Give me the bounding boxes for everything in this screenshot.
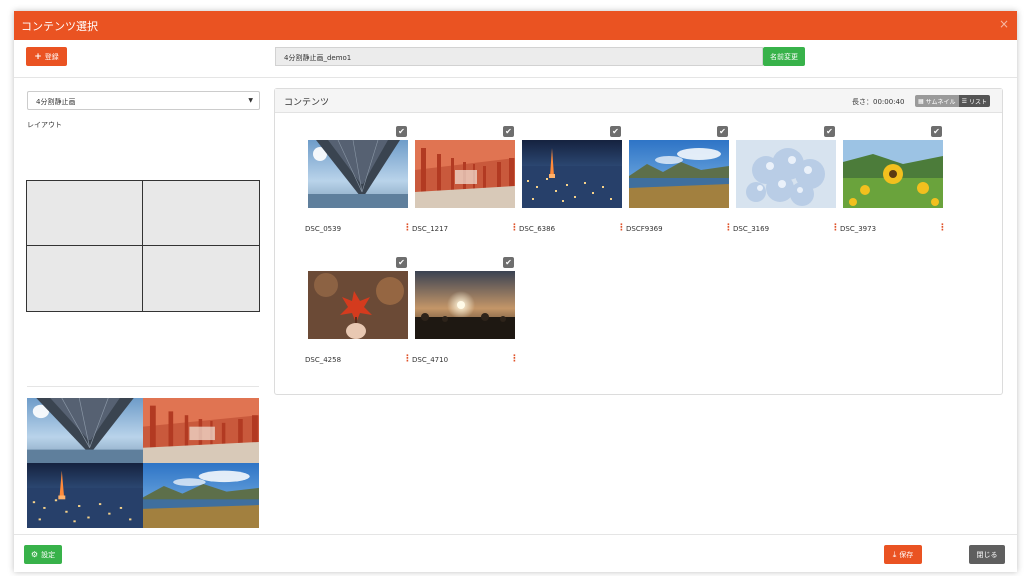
contents-title: コンテンツ <box>284 98 330 108</box>
name-input[interactable]: 4分割静止画_demo1 <box>275 47 763 66</box>
content-item-name: DSC_4258 <box>305 356 342 364</box>
thumbnail-view-button[interactable]: ▦ サムネイル <box>915 95 959 107</box>
content-item-name: DSC_3973 <box>840 225 877 233</box>
preview-quadrant-3 <box>27 463 143 528</box>
content-item: ✔ DSC_6386 ⋮ <box>519 126 629 236</box>
content-item-name: DSC_4710 <box>412 356 449 364</box>
register-button[interactable]: + 登録 <box>26 47 67 66</box>
sunflower-photo[interactable] <box>843 140 943 208</box>
thumbnail-view-label: サムネイル <box>925 98 956 106</box>
content-item-name: DSCF9369 <box>626 225 663 233</box>
more-vertical-icon[interactable]: ⋮ <box>938 223 947 233</box>
save-button-label: 保存 <box>899 550 914 559</box>
more-vertical-icon[interactable]: ⋮ <box>831 223 840 233</box>
dialog-title: コンテンツ選択 <box>21 20 98 33</box>
grid-icon: ▦ <box>918 97 924 105</box>
checkbox-checked-icon[interactable]: ✔ <box>824 126 835 137</box>
close-icon[interactable]: × <box>999 17 1009 31</box>
content-item: ✔ DSC_3973 ⋮ <box>840 126 950 236</box>
content-item: ✔ DSC_1217 ⋮ <box>412 126 522 236</box>
view-toggle: ▦ サムネイル ☰ リスト <box>915 95 990 107</box>
content-item: ✔ DSC_3169 ⋮ <box>733 126 843 236</box>
list-view-button[interactable]: ☰ リスト <box>958 95 990 107</box>
app-root: コンテンツ選択 × + 登録 4分割静止画_demo1 名前変更 4分割静止画 … <box>0 0 1024 576</box>
content-select-dialog: コンテンツ選択 × + 登録 4分割静止画_demo1 名前変更 4分割静止画 … <box>14 11 1017 572</box>
layout-select[interactable]: 4分割静止画 ▼ <box>27 91 260 110</box>
preview-quadrant-1 <box>27 398 143 463</box>
checkbox-checked-icon[interactable]: ✔ <box>503 257 514 268</box>
length-readout: 長さ：00:00:40 <box>852 98 905 106</box>
content-item-name: DSC_0539 <box>305 225 342 233</box>
layout-select-value: 4分割静止画 <box>36 98 76 106</box>
plus-icon: + <box>34 51 42 62</box>
checkbox-checked-icon[interactable]: ✔ <box>610 126 621 137</box>
gear-icon: ⚙ <box>30 550 39 559</box>
layout-content-preview <box>27 398 259 528</box>
contents-panel: コンテンツ 長さ：00:00:40 ▦ サムネイル ☰ リスト ✔ DSC_05… <box>274 88 1003 395</box>
footer-divider <box>14 534 1017 535</box>
layout-label: レイアウト <box>27 121 62 129</box>
dialog-header: コンテンツ選択 × <box>14 11 1017 40</box>
preview-quadrant-2 <box>143 398 259 463</box>
list-icon: ☰ <box>961 97 967 105</box>
rename-button-label: 名前変更 <box>770 52 798 61</box>
close-button-label: 閉じる <box>976 550 998 559</box>
more-vertical-icon[interactable]: ⋮ <box>403 223 412 233</box>
more-vertical-icon[interactable]: ⋮ <box>510 354 519 364</box>
hydrangea-photo[interactable] <box>736 140 836 208</box>
content-item: ✔ DSC_4710 ⋮ <box>412 257 522 367</box>
save-button[interactable]: ⤓ 保存 <box>884 545 922 564</box>
content-item-name: DSC_6386 <box>519 225 556 233</box>
rename-button[interactable]: 名前変更 <box>763 47 805 66</box>
more-vertical-icon[interactable]: ⋮ <box>617 223 626 233</box>
caret-down-icon: ▼ <box>248 97 253 104</box>
close-button[interactable]: 閉じる <box>969 545 1005 564</box>
more-vertical-icon[interactable]: ⋮ <box>403 354 412 364</box>
settings-button[interactable]: ⚙ 設定 <box>24 545 62 564</box>
checkbox-checked-icon[interactable]: ✔ <box>503 126 514 137</box>
preview-quadrant-4 <box>143 463 259 528</box>
toolbar-divider <box>14 77 1017 78</box>
bridge-underside-photo[interactable] <box>308 140 408 208</box>
list-view-label: リスト <box>968 98 987 106</box>
checkbox-checked-icon[interactable]: ✔ <box>396 126 407 137</box>
layout-grid-preview <box>26 180 260 312</box>
content-item-name: DSC_1217 <box>412 225 449 233</box>
more-vertical-icon[interactable]: ⋮ <box>724 223 733 233</box>
name-input-value: 4分割静止画_demo1 <box>284 54 352 62</box>
preview-divider <box>27 386 259 387</box>
red-corridor-photo[interactable] <box>415 140 515 208</box>
checkbox-checked-icon[interactable]: ✔ <box>717 126 728 137</box>
content-item: ✔ DSCF9369 ⋮ <box>626 126 736 236</box>
night-city-photo[interactable] <box>522 140 622 208</box>
register-button-label: 登録 <box>44 52 59 61</box>
grid-horizontal-divider <box>27 245 259 246</box>
contents-panel-header: コンテンツ 長さ：00:00:40 ▦ サムネイル ☰ リスト <box>275 89 1002 113</box>
grid-vertical-divider <box>142 181 143 311</box>
settings-button-label: 設定 <box>41 550 56 559</box>
download-icon: ⤓ <box>892 549 897 559</box>
checkbox-checked-icon[interactable]: ✔ <box>396 257 407 268</box>
content-item-name: DSC_3169 <box>733 225 770 233</box>
sunset-photo[interactable] <box>415 271 515 339</box>
checkbox-checked-icon[interactable]: ✔ <box>931 126 942 137</box>
more-vertical-icon[interactable]: ⋮ <box>510 223 519 233</box>
mountain-lake-photo[interactable] <box>629 140 729 208</box>
content-item: ✔ DSC_4258 ⋮ <box>305 257 415 367</box>
content-item: ✔ DSC_0539 ⋮ <box>305 126 415 236</box>
autumn-leaf-photo[interactable] <box>308 271 408 339</box>
